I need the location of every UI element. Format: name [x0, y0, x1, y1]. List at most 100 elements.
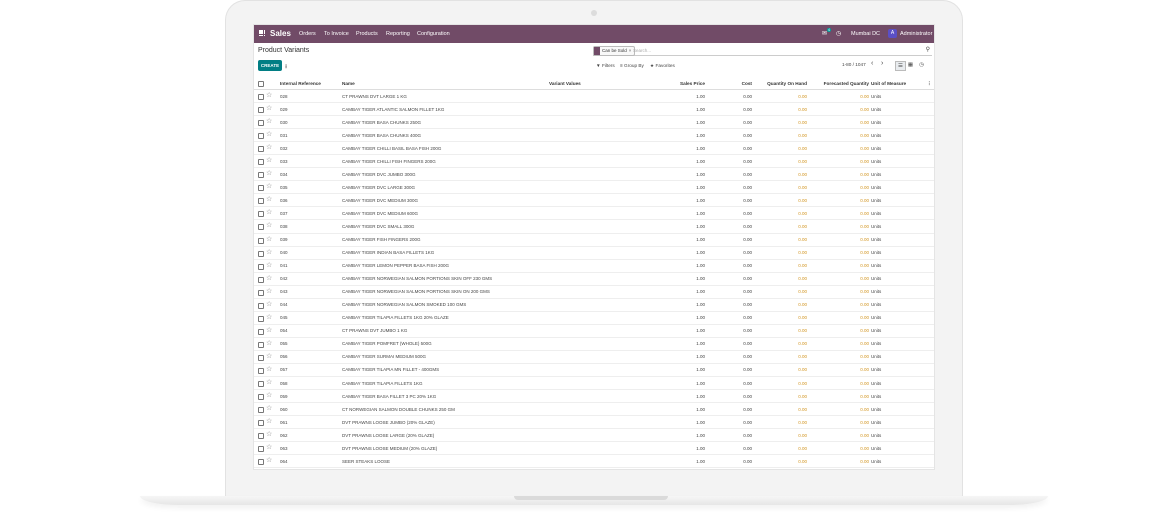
favorite-star-icon[interactable]: ☆: [266, 378, 272, 386]
col-unit-of-measure[interactable]: Unit of Measure: [871, 81, 906, 86]
pager-value[interactable]: 1-80 / 1047: [842, 62, 866, 67]
favorite-star-icon[interactable]: ☆: [266, 195, 272, 203]
favorite-star-icon[interactable]: ☆: [266, 287, 272, 295]
table-row[interactable]: ☆ 061 DVT PRAWNS LOOSE JUMBO (20% GLAZE) 1.…: [254, 416, 934, 430]
group-by-button[interactable]: ≡ Group By: [620, 63, 644, 68]
table-row[interactable]: ☆ 042 CAMBAY TIGER NORWEGIAN SALMON PORTIO…: [254, 273, 934, 286]
favorite-star-icon[interactable]: ☆: [266, 91, 272, 99]
row-checkbox[interactable]: [258, 459, 264, 466]
table-row[interactable]: ☆ 028 CT PRAWNS DVT LARGE 1 KG 1.00 0.00 0.00…: [254, 90, 934, 104]
menu-orders[interactable]: Orders: [299, 31, 316, 37]
table-row[interactable]: ☆ 038 CAMBAY TIGER DVC SMALL 300G 1.00 0.00 0…: [254, 220, 934, 234]
favorite-star-icon[interactable]: ☆: [266, 182, 272, 190]
favorites-button[interactable]: ★ Favorites: [650, 63, 675, 69]
favorite-star-icon[interactable]: ☆: [266, 130, 272, 138]
user-name[interactable]: Administrator: [900, 31, 932, 37]
menu-reporting[interactable]: Reporting: [386, 31, 410, 37]
row-checkbox[interactable]: [258, 198, 264, 205]
kanban-view-icon[interactable]: ▦: [906, 61, 915, 69]
row-checkbox[interactable]: [258, 407, 264, 414]
table-row[interactable]: ☆ 033 CAMBAY TIGER CHILLI FISH FINGERS 200…: [254, 155, 934, 169]
table-row[interactable]: ☆ 040 CAMBAY TIGER INDIAN BASA FILLETS 1KG…: [254, 247, 934, 260]
search-facet[interactable]: Can be Sold ×: [593, 46, 636, 56]
table-row[interactable]: ☆ 036 CAMBAY TIGER DVC MEDIUM 300G 1.00 0.00…: [254, 194, 934, 208]
table-row[interactable]: ☆ 031 CAMBAY TIGER BASA CHUNKS 400G 1.00 0.0…: [254, 129, 934, 143]
row-checkbox[interactable]: [258, 94, 264, 100]
row-checkbox[interactable]: [258, 433, 264, 440]
table-row[interactable]: ☆ 057 CAMBAY TIGER TILAPIA MN FILLET - 400…: [254, 364, 934, 378]
row-checkbox[interactable]: [258, 159, 264, 166]
table-row[interactable]: ☆ 064 SEER STEAKS LOOSE 1.00 0.00 0.00 0.00 Uni…: [254, 455, 934, 469]
row-checkbox[interactable]: [258, 302, 264, 309]
favorite-star-icon[interactable]: ☆: [266, 417, 272, 425]
favorite-star-icon[interactable]: ☆: [266, 274, 272, 282]
row-checkbox[interactable]: [258, 446, 264, 453]
row-checkbox[interactable]: [258, 211, 264, 218]
menu-products[interactable]: Products: [356, 31, 378, 37]
table-row[interactable]: ☆ 056 CAMBAY TIGER SURMAI MEDIUM 500G 1.00 0…: [254, 351, 934, 364]
col-name[interactable]: Name: [342, 81, 355, 86]
table-row[interactable]: ☆065CT PRAWNS DVC SMALL 1 KG1.000.000.00…: [254, 468, 934, 469]
table-row[interactable]: ☆ 039 CAMBAY TIGER FISH FINGERS 200G 1.00 0.…: [254, 234, 934, 247]
table-row[interactable]: ☆ 059 CAMBAY TIGER BASA FILLET 3 PC 20% 1K…: [254, 390, 934, 404]
table-row[interactable]: ☆ 034 CAMBAY TIGER DVC JUMBO 300G 1.00 0.00 0…: [254, 168, 934, 182]
table-row[interactable]: ☆ 037 CAMBAY TIGER DVC MEDIUM 600G 1.00 0.00…: [254, 207, 934, 221]
table-row[interactable]: ☆ 062 DVT PRAWNS LOOSE LARGE (20% GLAZE) 1.…: [254, 429, 934, 443]
pager-previous-icon[interactable]: ‹: [871, 60, 873, 67]
row-checkbox[interactable]: [258, 250, 264, 257]
table-row[interactable]: ☆ 058 CAMBAY TIGER TILAPIA FILLETS 1KG 1.00…: [254, 377, 934, 391]
col-forecasted-quantity[interactable]: Forecasted Quantity: [824, 81, 869, 86]
table-row[interactable]: ☆ 044 CAMBAY TIGER NORWEGIAN SALMON SMOKED…: [254, 299, 934, 312]
col-cost[interactable]: Cost: [742, 81, 752, 86]
row-checkbox[interactable]: [258, 315, 264, 322]
optional-columns-icon[interactable]: ⋮: [927, 81, 932, 87]
row-checkbox[interactable]: [258, 289, 264, 296]
favorite-star-icon[interactable]: ☆: [266, 326, 272, 334]
avatar[interactable]: A: [888, 29, 897, 38]
col-quantity-on-hand[interactable]: Quantity On Hand: [767, 81, 807, 86]
favorite-star-icon[interactable]: ☆: [266, 404, 272, 412]
row-checkbox[interactable]: [258, 120, 264, 127]
menu-to-invoice[interactable]: To Invoice: [324, 31, 349, 37]
create-button[interactable]: CREATE: [258, 60, 282, 71]
favorite-star-icon[interactable]: ☆: [266, 261, 272, 269]
remove-facet-icon[interactable]: ×: [629, 48, 632, 53]
table-row[interactable]: ☆ 055 CAMBAY TIGER POMFRET (WHOLE) 500G 1.0…: [254, 338, 934, 351]
row-checkbox[interactable]: [258, 341, 264, 348]
row-checkbox[interactable]: [258, 107, 264, 114]
row-checkbox[interactable]: [258, 420, 264, 427]
favorite-star-icon[interactable]: ☆: [266, 117, 272, 125]
row-checkbox[interactable]: [258, 172, 264, 179]
favorite-star-icon[interactable]: ☆: [266, 156, 272, 164]
table-row[interactable]: ☆ 063 DVT PRAWNS LOOSE MEDIUM (20% GLAZE) 1…: [254, 442, 934, 456]
table-row[interactable]: ☆ 043 CAMBAY TIGER NORWEGIAN SALMON PORTIO…: [254, 286, 934, 299]
row-checkbox[interactable]: [258, 367, 264, 374]
table-row[interactable]: ☆ 032 CAMBAY TIGER CHILLI BASIL BASA FISH …: [254, 142, 934, 156]
favorite-star-icon[interactable]: ☆: [266, 208, 272, 216]
apps-grid-icon[interactable]: [259, 30, 266, 37]
row-checkbox[interactable]: [258, 381, 264, 388]
activity-view-icon[interactable]: ◷: [917, 61, 926, 69]
row-checkbox[interactable]: [258, 185, 264, 192]
favorite-star-icon[interactable]: ☆: [266, 443, 272, 451]
row-checkbox[interactable]: [258, 328, 264, 335]
favorite-star-icon[interactable]: ☆: [266, 143, 272, 151]
company-switcher[interactable]: Mumbai DC: [851, 31, 880, 37]
table-row[interactable]: ☆ 054 CT PRAWNS DVT JUMBO 1 KG 1.00 0.00 0.00…: [254, 325, 934, 338]
row-checkbox[interactable]: [258, 133, 264, 140]
row-checkbox[interactable]: [258, 237, 264, 244]
row-checkbox[interactable]: [258, 224, 264, 231]
col-sales-price[interactable]: Sales Price: [680, 81, 705, 86]
row-checkbox[interactable]: [258, 146, 264, 153]
favorite-star-icon[interactable]: ☆: [266, 339, 272, 347]
favorite-star-icon[interactable]: ☆: [266, 313, 272, 321]
col-internal-reference[interactable]: Internal Reference: [280, 81, 321, 86]
favorite-star-icon[interactable]: ☆: [266, 300, 272, 308]
list-view-icon[interactable]: ☰: [895, 61, 906, 71]
activity-clock-icon[interactable]: ◷: [836, 30, 841, 37]
table-row[interactable]: ☆ 045 CAMBAY TIGER TILAPIA FILLETS 1KG 20%…: [254, 312, 934, 325]
select-all-checkbox[interactable]: [258, 81, 264, 87]
row-checkbox[interactable]: [258, 394, 264, 401]
row-checkbox[interactable]: [258, 354, 264, 361]
row-checkbox[interactable]: [258, 263, 264, 270]
